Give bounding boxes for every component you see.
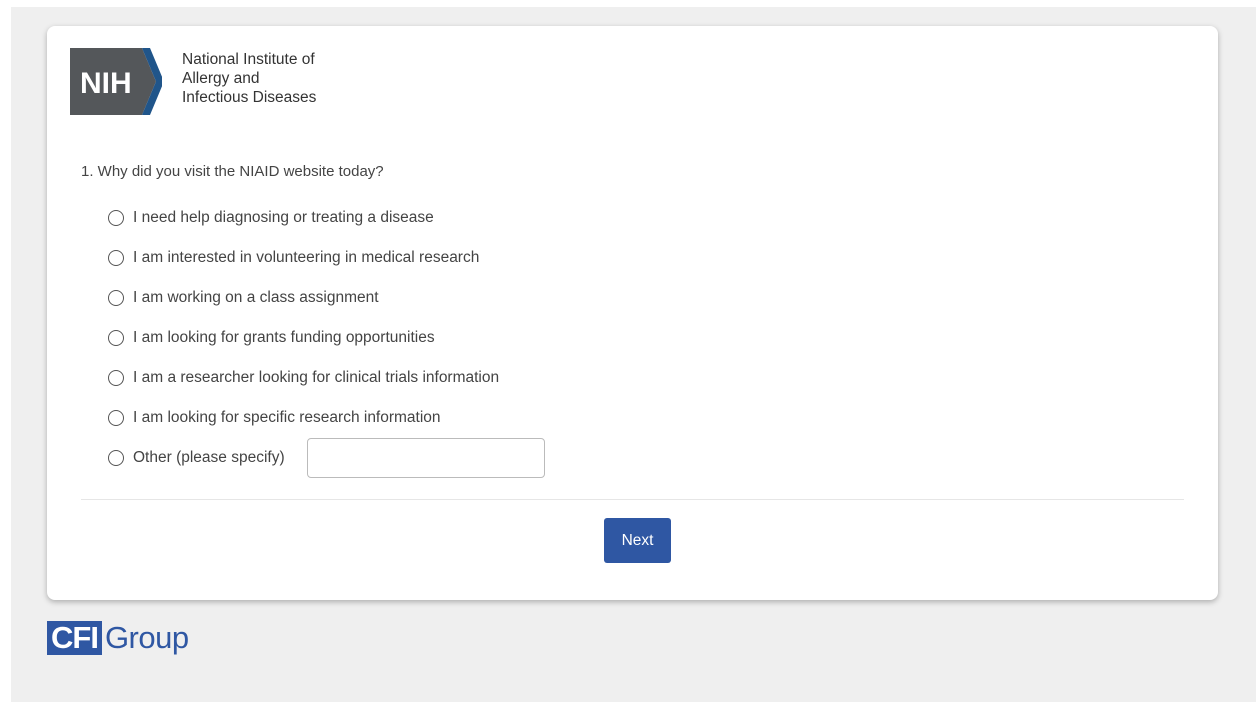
radio-button[interactable] bbox=[108, 290, 124, 306]
nih-logo: NIH National Institute of Allergy and In… bbox=[70, 48, 350, 118]
nih-org-name: National Institute of Allergy and Infect… bbox=[182, 50, 316, 107]
radio-button[interactable] bbox=[108, 450, 124, 466]
nih-org-line: National Institute of bbox=[182, 51, 315, 68]
question-text: 1. Why did you visit the NIAID website t… bbox=[81, 163, 384, 180]
radio-button[interactable] bbox=[108, 410, 124, 426]
radio-button[interactable] bbox=[108, 250, 124, 266]
cfi-group-logo: CFI Group bbox=[47, 618, 189, 658]
option-label: I am looking for grants funding opportun… bbox=[133, 329, 435, 346]
radio-button[interactable] bbox=[108, 210, 124, 226]
option-label: I am looking for specific research infor… bbox=[133, 409, 441, 426]
next-button[interactable]: Next bbox=[604, 518, 671, 563]
radio-button[interactable] bbox=[108, 370, 124, 386]
option-other[interactable]: Other (please specify) bbox=[108, 438, 545, 478]
nih-logo-letters: NIH bbox=[80, 67, 132, 100]
option-grants[interactable]: I am looking for grants funding opportun… bbox=[108, 318, 545, 358]
radio-button[interactable] bbox=[108, 330, 124, 346]
nih-logo-mark: NIH bbox=[70, 48, 162, 115]
option-class-assignment[interactable]: I am working on a class assignment bbox=[108, 278, 545, 318]
option-label: Other (please specify) bbox=[133, 449, 285, 466]
option-label: I am a researcher looking for clinical t… bbox=[133, 369, 500, 386]
other-specify-input[interactable] bbox=[306, 438, 545, 478]
option-volunteering[interactable]: I am interested in volunteering in medic… bbox=[108, 238, 545, 278]
option-clinical-trials[interactable]: I am a researcher looking for clinical t… bbox=[108, 358, 545, 398]
option-research-info[interactable]: I am looking for specific research infor… bbox=[108, 398, 545, 438]
cfi-logo-word: Group bbox=[104, 620, 189, 655]
nih-org-line: Allergy and bbox=[182, 70, 260, 87]
nih-org-line: Infectious Diseases bbox=[182, 89, 317, 106]
option-label: I need help diagnosing or treating a dis… bbox=[133, 209, 434, 226]
option-label: I am working on a class assignment bbox=[133, 289, 379, 306]
option-diagnosing[interactable]: I need help diagnosing or treating a dis… bbox=[108, 198, 545, 238]
answer-options: I need help diagnosing or treating a dis… bbox=[108, 198, 545, 478]
survey-card: NIH National Institute of Allergy and In… bbox=[47, 26, 1218, 600]
cfi-logo-box: CFI bbox=[47, 621, 102, 655]
option-label: I am interested in volunteering in medic… bbox=[133, 249, 480, 266]
divider bbox=[81, 499, 1184, 500]
